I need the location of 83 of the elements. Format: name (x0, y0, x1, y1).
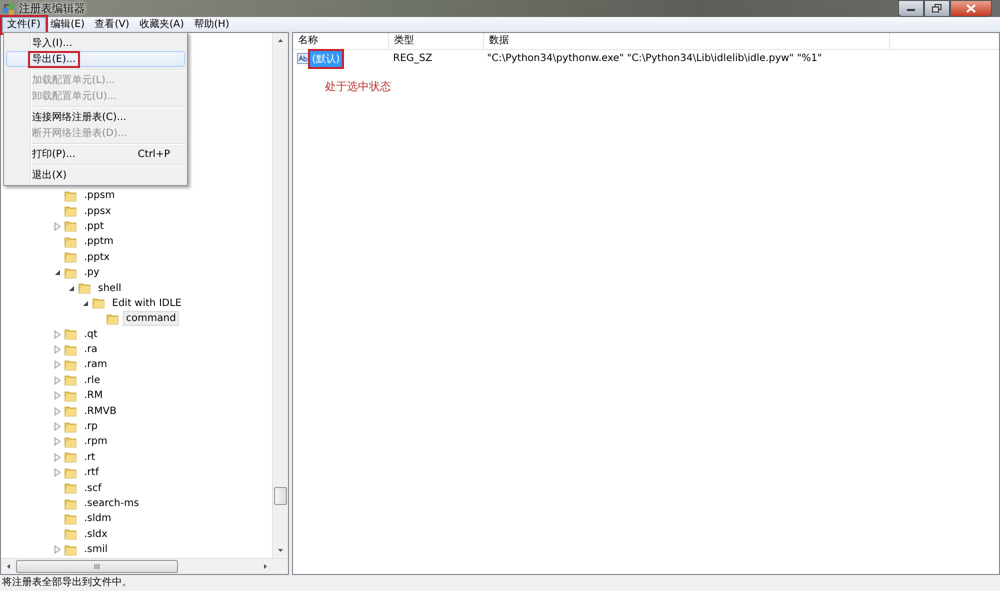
folder-icon (64, 544, 77, 556)
tree-item[interactable]: .scf (81, 480, 104, 496)
menu-entry[interactable]: 打印(P)... Ctrl+P (6, 146, 185, 162)
menu-item[interactable]: 查看(V) (90, 16, 134, 32)
tree-item[interactable]: .rt (81, 450, 98, 465)
folder-icon (64, 251, 77, 264)
menu-entry-label: 连接网络注册表(C)... (31, 110, 128, 124)
folder-icon (64, 482, 77, 494)
folder-icon (64, 344, 77, 356)
folder-icon (106, 312, 119, 325)
menu-item[interactable]: 收藏夹(A) (134, 16, 189, 32)
folder-icon (64, 220, 77, 232)
tree-item[interactable]: .ppsm (81, 188, 118, 204)
registry-icon (2, 2, 16, 16)
menu-entry-label: 卸载配置单元(U)... (31, 90, 118, 102)
folder-icon (64, 266, 77, 279)
folder-icon (64, 205, 77, 218)
folder-icon (64, 528, 77, 540)
folder-icon (64, 498, 77, 510)
tree-item[interactable]: .rtf (81, 465, 102, 480)
folder-icon (64, 436, 77, 448)
menu-item[interactable]: 帮助(H) (189, 16, 234, 32)
tree-item[interactable]: shell (95, 280, 124, 296)
tree-item[interactable]: .ppsx (81, 204, 114, 219)
column-header[interactable]: 数据 (484, 33, 890, 49)
string-value-icon (297, 53, 309, 64)
folder-icon (64, 390, 77, 402)
folder-icon (78, 282, 91, 294)
tree-item[interactable]: .smil (81, 542, 111, 558)
menu-entry-label: 导出(E)... (30, 52, 78, 66)
menu-entry[interactable]: 导入(I)... (6, 35, 185, 51)
tree-item[interactable]: .pptm (81, 234, 117, 250)
folder-icon (64, 374, 77, 386)
tree-item[interactable]: .rpm (81, 434, 110, 450)
tree-item[interactable]: Edit with IDLE (109, 296, 184, 311)
tree-item[interactable]: .rle (81, 372, 104, 388)
tree-item[interactable]: .ram (81, 357, 110, 372)
menu-entry-label: 加载配置单元(L)... (31, 74, 116, 86)
menu-entry-label: 退出(X) (31, 168, 68, 182)
restore-icon (932, 4, 942, 13)
tree-item[interactable]: .ra (81, 342, 100, 358)
folder-icon (64, 512, 77, 525)
menu-entry-label: 打印(P)... (31, 148, 76, 160)
menu-item[interactable]: 编辑(E) (46, 16, 90, 32)
folder-icon (64, 328, 77, 340)
folder-icon (64, 420, 77, 433)
menu-entry[interactable]: 导出(E)... (6, 51, 185, 67)
folder-icon (92, 297, 105, 310)
menu-entry[interactable]: 连接网络注册表(C)... (6, 109, 185, 125)
close-icon (966, 4, 976, 13)
tree-item[interactable]: .search-ms (81, 496, 142, 511)
menu-entry[interactable]: 退出(X) (6, 167, 185, 183)
minimize-button[interactable] (898, 0, 924, 17)
scrollbar-thumb[interactable] (274, 487, 287, 505)
tree-item[interactable]: .sldm (81, 511, 114, 526)
tree-item[interactable]: command (123, 311, 179, 326)
folder-icon (64, 466, 77, 479)
tree-item[interactable]: .ppt (81, 218, 107, 234)
menu-entry-label: 导入(I)... (31, 36, 74, 50)
folder-icon (64, 451, 77, 464)
tree-item[interactable]: .pptx (81, 250, 113, 265)
shortcut-text: Ctrl+P (138, 148, 170, 160)
folder-icon (64, 405, 77, 418)
column-header[interactable]: 类型 (389, 33, 484, 49)
folder-icon (64, 236, 77, 248)
folder-icon (64, 190, 77, 202)
tree-item[interactable]: .RMVB (81, 404, 120, 419)
annotation-text: 处于选中状态 (325, 79, 392, 94)
restore-button[interactable] (924, 0, 950, 17)
tree-item[interactable]: .py (81, 265, 102, 280)
expand-arrow-icon[interactable] (53, 222, 62, 231)
folder-icon (64, 358, 77, 371)
window-title: 注册表编辑器 (19, 1, 85, 16)
tree-item[interactable]: .rp (81, 419, 101, 434)
value-type: REG_SZ (392, 53, 434, 64)
tree-item[interactable]: .sldx (81, 526, 110, 542)
tree-item[interactable]: .qt (81, 326, 100, 342)
expand-arrow-icon[interactable] (53, 545, 62, 554)
menu-entry-label: 断开网络注册表(D)... (31, 126, 128, 140)
tree-item[interactable]: .RM (81, 388, 106, 404)
menu-item[interactable]: 文件(F) (2, 16, 46, 32)
close-button[interactable] (950, 0, 992, 17)
value-data: "C:\Python34\pythonw.exe" "C:\Python34\Lib\idlelib\idle.pyw" "%1" (486, 53, 822, 64)
